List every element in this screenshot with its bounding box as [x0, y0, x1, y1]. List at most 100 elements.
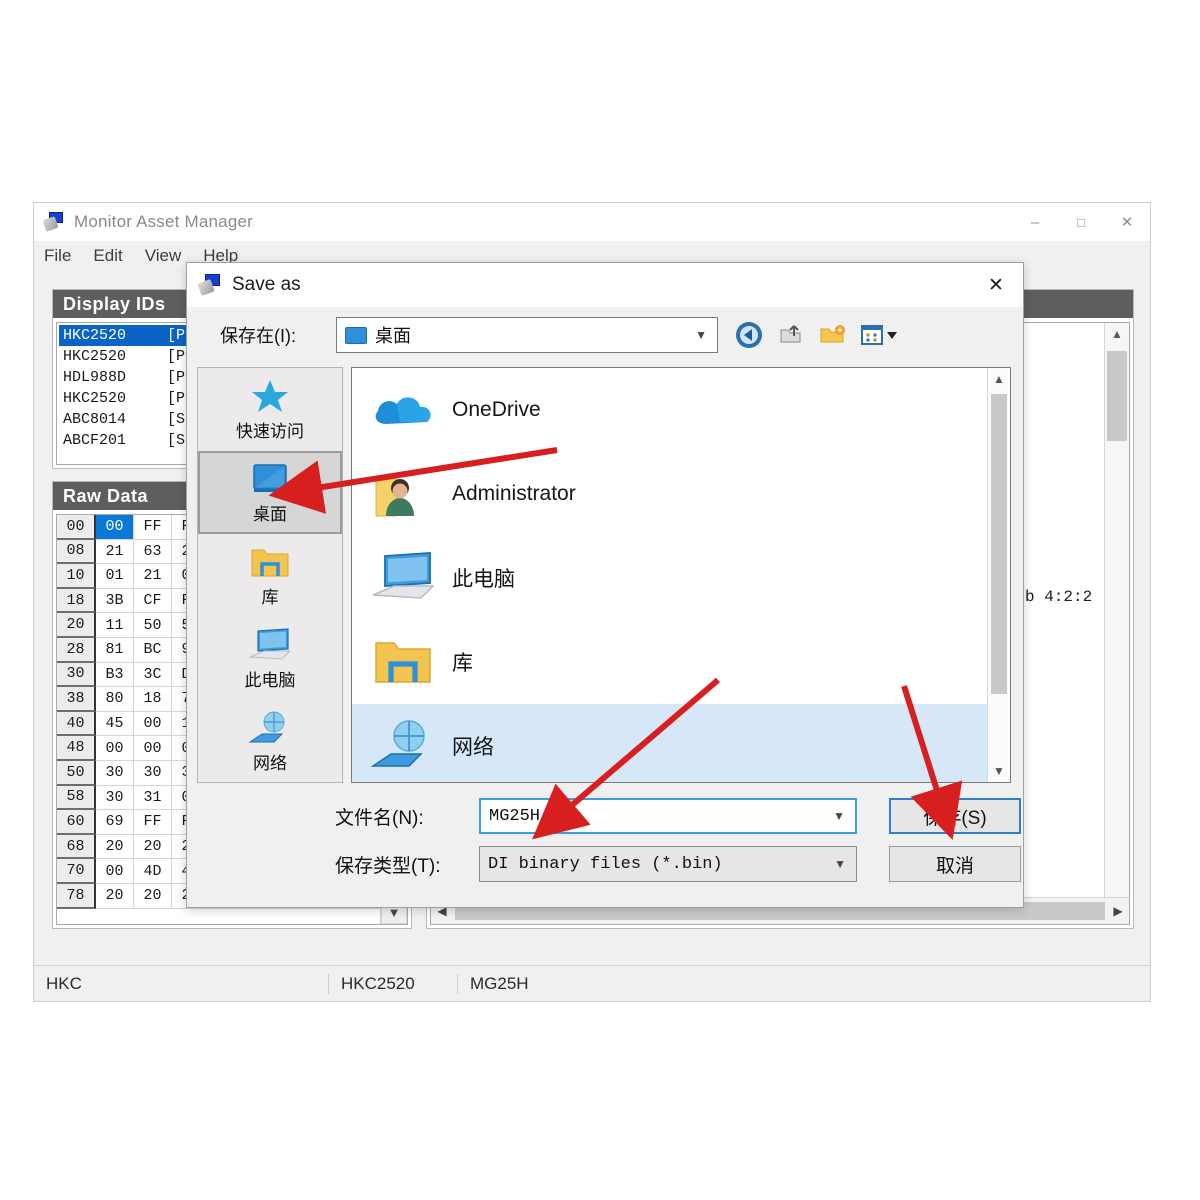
status-name: MG25H — [457, 973, 529, 994]
display-id-name: HDL988D — [63, 369, 127, 386]
minimize-button[interactable]: – — [1012, 203, 1058, 241]
detail-scroll-right-icon[interactable]: ▶ — [1107, 904, 1129, 918]
file-list-item[interactable]: Administrator — [352, 452, 1010, 536]
library-folder-icon — [248, 544, 292, 580]
hex-cell[interactable]: 30 — [96, 785, 134, 811]
file-type-row: 保存类型(T): DI binary files (*.bin) ▼ 取消 — [187, 843, 1023, 885]
new-folder-icon[interactable] — [818, 320, 848, 350]
display-id-tag: [S — [167, 432, 186, 449]
file-scroll-down-icon[interactable]: ▼ — [988, 760, 1010, 782]
window-controls: – □ ✕ — [1012, 203, 1150, 241]
places-bar[interactable]: 快速访问桌面库此电脑 网络 — [197, 367, 343, 783]
hex-cell[interactable]: BC — [134, 637, 172, 663]
file-list-item[interactable]: 此电脑 — [352, 536, 1010, 620]
hex-cell[interactable]: 00 — [96, 736, 134, 761]
hex-cell[interactable]: 21 — [96, 539, 134, 565]
file-type-value: DI binary files (*.bin) — [488, 854, 723, 874]
file-type-combobox[interactable]: DI binary files (*.bin) ▼ — [479, 846, 857, 882]
hex-cell[interactable]: 18 — [134, 687, 172, 712]
hex-offset: 38 — [57, 687, 96, 712]
hex-offset: 40 — [57, 711, 96, 737]
hex-cell[interactable]: 00 — [96, 515, 134, 540]
chevron-down-icon[interactable]: ▼ — [833, 809, 845, 823]
back-icon[interactable] — [734, 320, 764, 350]
file-scroll-up-icon[interactable]: ▲ — [988, 368, 1010, 390]
hex-cell[interactable]: 4D — [134, 859, 172, 884]
menu-view[interactable]: View — [145, 246, 182, 266]
onedrive-cloud-icon — [370, 382, 436, 438]
hex-cell[interactable]: FF — [134, 515, 172, 540]
place-item-label: 桌面 — [253, 504, 287, 524]
hex-offset: 30 — [57, 662, 96, 688]
hex-cell[interactable]: 81 — [96, 637, 134, 663]
hex-offset: 68 — [57, 834, 96, 860]
user-folder-icon — [370, 466, 436, 522]
file-list-item[interactable]: OneDrive — [352, 368, 1010, 452]
place-item-5[interactable]: 网络 — [198, 700, 342, 783]
views-icon[interactable] — [860, 320, 902, 350]
chevron-down-icon[interactable]: ▼ — [695, 328, 707, 342]
hex-cell[interactable]: 3B — [96, 588, 134, 614]
hex-cell[interactable]: 20 — [134, 883, 172, 909]
save-button[interactable]: 保存(S) — [889, 798, 1021, 834]
menu-file[interactable]: File — [44, 246, 71, 266]
hex-cell[interactable]: 3C — [134, 662, 172, 688]
hex-cell[interactable]: 21 — [134, 564, 172, 589]
star-icon — [248, 378, 292, 414]
file-list-scrollbar[interactable]: ▲ ▼ — [987, 368, 1010, 782]
hex-cell[interactable]: 11 — [96, 613, 134, 638]
hex-cell[interactable]: 30 — [96, 760, 134, 786]
hex-cell[interactable]: 63 — [134, 539, 172, 565]
status-bar: HKC HKC2520 MG25H — [34, 965, 1150, 1001]
close-button[interactable]: ✕ — [1104, 203, 1150, 241]
file-name-label: 文件名(N): — [335, 807, 424, 829]
hex-cell[interactable]: 00 — [96, 859, 134, 884]
hex-offset: 48 — [57, 736, 96, 761]
hex-offset: 70 — [57, 859, 96, 884]
hex-cell[interactable]: 00 — [134, 736, 172, 761]
hex-offset: 60 — [57, 810, 96, 835]
hex-cell[interactable]: 45 — [96, 711, 134, 737]
look-in-combobox[interactable]: 桌面 ▼ — [336, 317, 718, 353]
hex-cell[interactable]: 31 — [134, 785, 172, 811]
place-item-1[interactable]: 快速访问 — [198, 368, 342, 451]
hex-cell[interactable]: FF — [134, 810, 172, 835]
hex-cell[interactable]: 80 — [96, 687, 134, 712]
hex-cell[interactable]: B3 — [96, 662, 134, 688]
hex-offset: 28 — [57, 637, 96, 663]
file-name-input[interactable]: MG25H ▼ — [479, 798, 857, 834]
detail-scroll-up-icon[interactable]: ▲ — [1105, 323, 1129, 345]
app-title: Monitor Asset Manager — [74, 212, 254, 231]
detail-scroll-thumb[interactable] — [1107, 351, 1127, 441]
display-id-name: HKC2520 — [63, 327, 127, 344]
hex-cell[interactable]: 01 — [96, 564, 134, 589]
hex-cell[interactable]: 50 — [134, 613, 172, 638]
hex-offset: 08 — [57, 539, 96, 565]
hex-cell[interactable]: CF — [134, 588, 172, 614]
menu-edit[interactable]: Edit — [93, 246, 122, 266]
file-scroll-thumb[interactable] — [991, 394, 1007, 694]
hex-cell[interactable]: 20 — [96, 883, 134, 909]
hex-cell[interactable]: 20 — [134, 834, 172, 860]
cancel-button[interactable]: 取消 — [889, 846, 1021, 882]
chevron-down-icon[interactable]: ▼ — [834, 857, 846, 871]
up-one-level-icon[interactable] — [776, 320, 806, 350]
hex-cell[interactable]: 69 — [96, 810, 134, 835]
hex-cell[interactable]: 00 — [134, 711, 172, 737]
display-id-tag: [P — [167, 369, 186, 386]
file-list-item-label: Administrator — [452, 482, 576, 505]
hex-cell[interactable]: 20 — [96, 834, 134, 860]
place-item-2[interactable]: 桌面 — [198, 451, 342, 534]
place-item-4[interactable]: 此电脑 — [198, 617, 342, 700]
file-list[interactable]: OneDrive Administrator 此电脑库网络 ▲ ▼ — [351, 367, 1011, 783]
status-vendor: HKC — [46, 973, 82, 993]
file-list-item[interactable]: 网络 — [352, 704, 1010, 782]
hex-offset: 00 — [57, 515, 96, 540]
maximize-button[interactable]: □ — [1058, 203, 1104, 241]
dialog-close-icon[interactable]: ✕ — [969, 263, 1023, 307]
file-list-item-label: 网络 — [452, 736, 494, 759]
file-list-item[interactable]: 库 — [352, 620, 1010, 704]
detail-vertical-scrollbar[interactable]: ▲ ▼ — [1104, 323, 1129, 924]
hex-cell[interactable]: 30 — [134, 760, 172, 786]
place-item-3[interactable]: 库 — [198, 534, 342, 617]
